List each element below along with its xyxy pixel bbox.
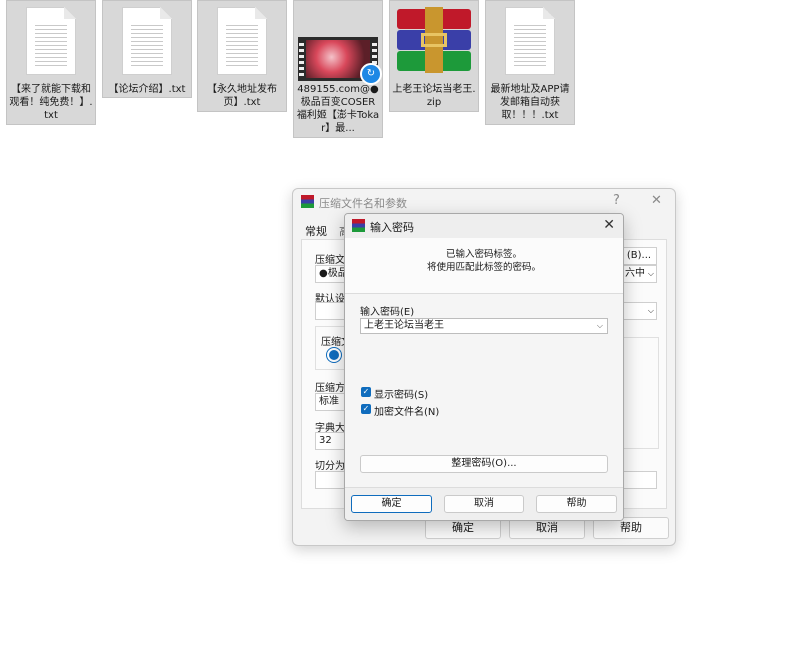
enter-password-dialog: 输入密码 ✕ 已输入密码标签。 将使用匹配此标签的密码。 输入密码(E) 上老王… (344, 213, 624, 521)
tab-general[interactable]: 常规 (305, 223, 327, 239)
file-icon-download-txt[interactable]: 【来了就能下载和观看！纯免费！】.txt (6, 0, 96, 125)
cancel-button[interactable]: 取消 (444, 495, 524, 513)
organize-passwords-button[interactable]: 整理密码(O)... (360, 455, 608, 473)
chevron-down-icon: ⌵ (647, 306, 654, 315)
profile-select-right[interactable]: ⌵ (621, 302, 657, 320)
video-thumbnail-icon: ↻ (298, 37, 382, 85)
info-line-1: 已输入密码标签。 (445, 249, 522, 260)
encrypt-filenames-label: 加密文件名(N) (374, 407, 440, 418)
title-bar: 输入密码 ✕ (345, 214, 623, 238)
dialog-title: 压缩文件名和参数 (319, 197, 407, 210)
winrar-archive-icon (397, 7, 471, 73)
file-icon-zip[interactable]: 上老王论坛当老王.zip (389, 0, 479, 112)
update-mode-value: 六中 (625, 268, 645, 279)
ok-button[interactable]: 确定 (351, 495, 432, 513)
text-document-icon (505, 7, 555, 75)
password-label: 输入密码(E) (360, 307, 415, 318)
file-name: 【论坛介绍】.txt (108, 84, 186, 95)
winrar-app-icon (352, 219, 365, 232)
chevron-down-icon: ⌵ (647, 269, 654, 278)
text-document-icon (217, 7, 267, 75)
radio-selected-icon[interactable] (327, 348, 341, 362)
info-panel: 已输入密码标签。 将使用匹配此标签的密码。 (345, 238, 623, 294)
file-icon-forum-intro-txt[interactable]: 【论坛介绍】.txt (102, 0, 192, 98)
file-icon-latest-address-txt[interactable]: 最新地址及APP请发邮箱自动获取！！！.txt (485, 0, 575, 125)
file-name: 最新地址及APP请发邮箱自动获取！！！.txt (490, 84, 570, 121)
browse-button[interactable]: (B)... (621, 247, 657, 265)
help-button[interactable]: 帮助 (536, 495, 617, 513)
encrypt-filenames-checkbox[interactable]: ✓ (361, 404, 371, 414)
help-icon[interactable]: ? (613, 193, 620, 208)
text-document-icon (122, 7, 172, 75)
split-volumes-label: 切分为 (315, 461, 345, 472)
password-combobox[interactable]: 上老王论坛当老王 ⌵ (360, 318, 608, 334)
update-mode-select[interactable]: 六中 ⌵ (621, 265, 657, 283)
password-value: 上老王论坛当老王 (364, 320, 444, 331)
split-volumes-unit[interactable] (621, 471, 657, 489)
file-name: 【来了就能下载和观看！纯免费！】.txt (9, 84, 93, 121)
file-icon-permanent-address-txt[interactable]: 【永久地址发布页】.txt (197, 0, 287, 112)
file-name: 【永久地址发布页】.txt (207, 84, 277, 108)
dialog-title: 输入密码 (370, 221, 414, 234)
compression-method-label: 压缩方 (315, 383, 345, 394)
options-group (621, 337, 659, 449)
close-icon[interactable]: ✕ (603, 217, 615, 233)
info-line-2: 将使用匹配此标签的密码。 (426, 262, 541, 273)
shortcut-badge-icon: ↻ (360, 63, 382, 85)
winrar-app-icon (301, 195, 314, 208)
file-icon-video[interactable]: ↻ 489155.com@●极品百变COSER福利姬【澎卡Tokar】最... (293, 0, 383, 138)
text-document-icon (26, 7, 76, 75)
show-password-checkbox[interactable]: ✓ (361, 387, 371, 397)
chevron-down-icon: ⌵ (596, 321, 603, 330)
file-name: 489155.com@●极品百变COSER福利姬【澎卡Tokar】最... (296, 84, 380, 134)
file-name: 上老王论坛当老王.zip (392, 84, 476, 108)
close-icon[interactable]: ✕ (651, 193, 662, 208)
show-password-label: 显示密码(S) (374, 390, 429, 401)
